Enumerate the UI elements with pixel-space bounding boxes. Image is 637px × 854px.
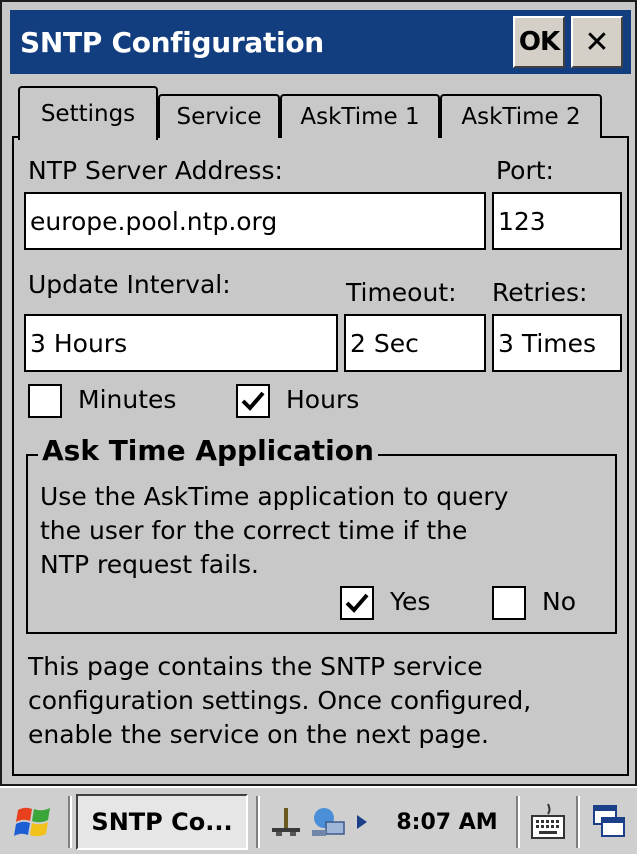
show-windows-icon[interactable] (586, 794, 632, 850)
description-line: Use the AskTime application to query (40, 482, 509, 511)
timeout-label: Timeout: (346, 278, 457, 307)
ok-button[interactable]: OK (513, 16, 565, 68)
tab-asktime-1[interactable]: AskTime 1 (280, 94, 440, 138)
update-interval-label: Update Interval: (28, 270, 231, 299)
footer-line: This page contains the SNTP service (28, 652, 483, 681)
minutes-label: Minutes (78, 385, 177, 414)
task-button-sntp[interactable]: SNTP Co... (76, 794, 248, 850)
tab-asktime-2[interactable]: AskTime 2 (440, 94, 602, 138)
clock[interactable]: 8:07 AM (382, 794, 512, 850)
network-icon[interactable] (266, 794, 306, 850)
taskbar-separator (576, 796, 580, 848)
ntp-server-input[interactable]: europe.pool.ntp.org (24, 192, 486, 250)
footer-line: configuration settings. Once configured, (28, 686, 532, 715)
title-bar: SNTP Configuration OK ✕ (10, 10, 631, 74)
taskbar: SNTP Co... 8:07 AM (0, 786, 637, 854)
footer-line: enable the service on the next page. (28, 720, 489, 749)
retries-input[interactable]: 3 Times (492, 314, 622, 372)
hours-checkbox[interactable] (236, 384, 270, 418)
retries-label: Retries: (492, 278, 588, 307)
sntp-configuration-window: SNTP Configuration OK ✕ Settings Service… (0, 0, 637, 786)
description-line: the user for the correct time if the (40, 516, 468, 545)
taskbar-separator (256, 796, 260, 848)
timeout-input[interactable]: 2 Sec (344, 314, 486, 372)
checkmark-icon (345, 593, 369, 613)
expand-arrow-icon[interactable] (350, 794, 374, 850)
description-line: NTP request fails. (40, 550, 259, 579)
ntp-server-label: NTP Server Address: (28, 156, 283, 185)
port-label: Port: (496, 156, 554, 185)
window-title: SNTP Configuration (20, 25, 324, 59)
page-description: This page contains the SNTP service conf… (28, 650, 531, 752)
taskbar-separator (68, 796, 72, 848)
ask-time-description: Use the AskTime application to query the… (40, 480, 508, 582)
close-icon: ✕ (584, 24, 610, 60)
no-label: No (542, 587, 576, 616)
windows-logo-icon (14, 807, 50, 837)
tab-service[interactable]: Service (158, 94, 280, 138)
hours-label: Hours (286, 385, 360, 414)
port-input[interactable]: 123 (492, 192, 622, 250)
close-button[interactable]: ✕ (571, 16, 623, 68)
no-checkbox[interactable] (492, 586, 526, 620)
minutes-checkbox[interactable] (28, 384, 62, 418)
connection-icon[interactable] (306, 794, 350, 850)
taskbar-separator (516, 796, 520, 848)
yes-label: Yes (390, 587, 431, 616)
keyboard-icon[interactable] (526, 794, 570, 850)
tab-settings[interactable]: Settings (18, 86, 158, 140)
start-button[interactable] (6, 794, 62, 850)
yes-checkbox[interactable] (340, 586, 374, 620)
update-interval-input[interactable]: 3 Hours (24, 314, 338, 372)
checkmark-icon (241, 391, 265, 411)
ask-time-group-title: Ask Time Application (38, 434, 378, 467)
